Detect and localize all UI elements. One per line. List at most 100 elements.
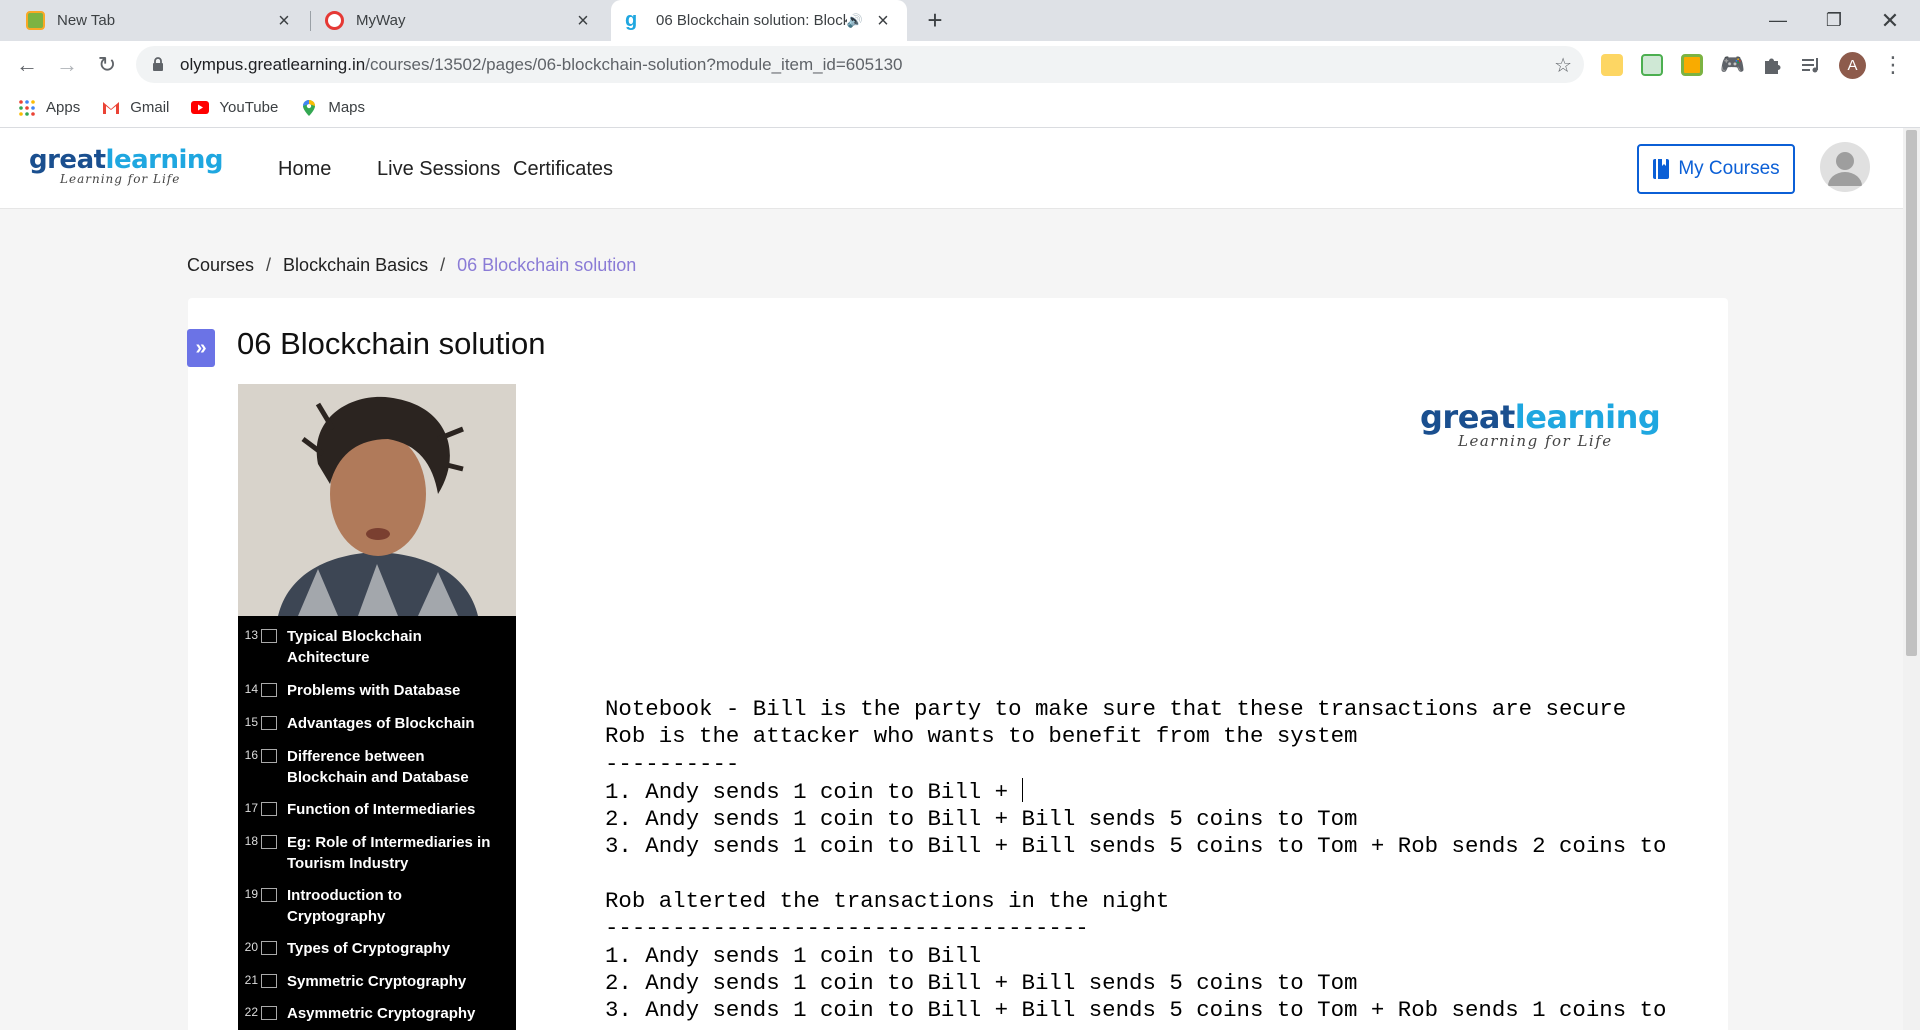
checkbox-icon[interactable] — [261, 974, 277, 988]
bookmarks-bar: Apps Gmail YouTube Maps — [0, 88, 1920, 128]
tab-title: New Tab — [57, 12, 116, 29]
close-tab-icon[interactable]: × — [274, 11, 294, 31]
breadcrumb-blockchain-basics[interactable]: Blockchain Basics — [283, 255, 428, 276]
playlist-item-label: Problems with Database — [287, 682, 461, 699]
bookmark-star-icon[interactable]: ☆ — [1554, 53, 1572, 78]
nav-certificates[interactable]: Certificates — [513, 158, 613, 181]
playlist-item[interactable]: 20 Types of Cryptography — [238, 938, 516, 959]
bookmark-youtube[interactable]: YouTube — [191, 99, 278, 117]
playlist-item[interactable]: 21 Symmetric Cryptography — [238, 971, 516, 992]
bookmark-maps[interactable]: Maps — [300, 99, 365, 117]
gmail-icon — [102, 99, 120, 117]
new-tab-favicon-icon — [26, 11, 45, 30]
myway-favicon-icon — [325, 11, 344, 30]
checkbox-icon[interactable] — [261, 629, 277, 643]
nav-home[interactable]: Home — [278, 158, 331, 181]
checkbox-icon[interactable] — [261, 716, 277, 730]
video-player[interactable]: 13 Typical Blockchain Achitecture 14 Pro… — [237, 384, 1727, 1030]
gamepad-extension-icon[interactable]: 🎮 — [1720, 54, 1745, 76]
notebook-line: 1. Andy sends 1 coin to Bill — [605, 942, 982, 969]
profile-avatar[interactable]: A — [1839, 52, 1866, 79]
site-header: greatlearning Learning for Life Home Liv… — [0, 128, 1903, 209]
breadcrumb-courses[interactable]: Courses — [187, 255, 254, 276]
video-greatlearning-logo: greatlearning Learning for Life — [1420, 398, 1661, 450]
chart-extension-icon[interactable] — [1641, 54, 1663, 76]
checkbox-icon[interactable] — [261, 941, 277, 955]
bookmark-apps[interactable]: Apps — [18, 99, 80, 117]
notebook-line-with-cursor: 1. Andy sends 1 coin to Bill + — [605, 777, 1677, 806]
tab-title: MyWay — [356, 12, 406, 29]
breadcrumb-separator: / — [266, 255, 272, 275]
playlist-item[interactable]: 17 Function of Intermediaries — [238, 799, 516, 820]
notebook-line: 3. Andy sends 1 coin to Bill + Bill send… — [605, 997, 1677, 1024]
video-logo-word-learning: learning — [1514, 398, 1661, 436]
tab-strip: New Tab × MyWay × g 06 Blockchain soluti… — [0, 0, 1920, 41]
book-icon — [1653, 159, 1670, 179]
reload-icon[interactable]: ↻ — [91, 49, 123, 81]
apps-grid-icon — [18, 99, 36, 117]
playlist-item[interactable]: 18 Eg: Role of Intermediaries in Tourism… — [238, 832, 516, 874]
screenshot-extension-icon[interactable] — [1681, 54, 1703, 76]
expand-sidebar-button[interactable]: » — [187, 329, 215, 367]
lock-icon[interactable] — [150, 57, 166, 73]
page-title: 06 Blockchain solution — [237, 326, 546, 361]
bookmark-gmail[interactable]: Gmail — [102, 99, 169, 117]
playlist-item-number: 15 — [244, 715, 258, 729]
close-tab-icon[interactable]: × — [573, 11, 593, 31]
checkbox-icon[interactable] — [261, 888, 277, 902]
playlist-item-label: Difference between Blockchain and Databa… — [287, 748, 469, 786]
my-courses-button[interactable]: My Courses — [1637, 144, 1795, 194]
media-queue-icon[interactable] — [1800, 54, 1822, 76]
notebook-line: Rob is the attacker who wants to benefit… — [605, 723, 1358, 750]
tab-new-tab[interactable]: New Tab × — [12, 0, 308, 41]
checkbox-icon[interactable] — [261, 802, 277, 816]
checkbox-icon[interactable] — [261, 835, 277, 849]
greatlearning-logo[interactable]: greatlearning Learning for Life — [29, 145, 224, 186]
page-viewport: greatlearning Learning for Life Home Liv… — [0, 128, 1920, 1030]
user-avatar[interactable] — [1820, 142, 1870, 192]
restore-icon[interactable]: ❐ — [1806, 0, 1862, 41]
playlist-item-number: 22 — [244, 1005, 258, 1019]
notebook-line: Rob alterted the transactions in the nig… — [605, 888, 1170, 915]
notebook-line — [605, 861, 1677, 888]
notebook-line: 2. Andy sends 1 coin to Bill + Bill send… — [605, 806, 1358, 833]
close-window-icon[interactable]: ✕ — [1862, 0, 1918, 41]
playlist-item[interactable]: 16 Difference between Blockchain and Dat… — [238, 746, 516, 788]
playlist-item-number: 18 — [244, 834, 258, 848]
extensions-puzzle-icon[interactable] — [1761, 54, 1783, 76]
checkbox-icon[interactable] — [261, 1006, 277, 1020]
minimize-icon[interactable]: — — [1750, 0, 1806, 41]
tab-myway[interactable]: MyWay × — [311, 0, 607, 41]
maps-icon — [300, 99, 318, 117]
notebook-text: Notebook - Bill is the party to make sur… — [605, 696, 1677, 1025]
notebook-line: 2. Andy sends 1 coin to Bill + Bill send… — [605, 969, 1358, 996]
playlist-item[interactable]: 14 Problems with Database — [238, 680, 516, 701]
close-tab-icon[interactable]: × — [873, 11, 893, 31]
logo-word-great: great — [29, 145, 106, 175]
new-tab-button[interactable]: + — [920, 6, 950, 36]
playlist-item[interactable]: 22 Asymmetric Cryptography — [238, 1003, 516, 1024]
presenter-webcam — [238, 384, 516, 616]
sticky-notes-extension-icon[interactable] — [1601, 54, 1623, 76]
forward-arrow-icon[interactable]: → — [51, 49, 83, 81]
browser-menu-icon[interactable]: ⋮ — [1882, 51, 1904, 79]
playlist-item-label: Eg: Role of Intermediaries in Tourism In… — [287, 834, 491, 872]
back-arrow-icon[interactable]: ← — [11, 49, 43, 81]
tab-blockchain-solution[interactable]: g 06 Blockchain solution: Block 🔊 × — [611, 0, 907, 41]
playlist-item-label: Advantages of Blockchain — [287, 715, 475, 732]
playlist-item[interactable]: 15 Advantages of Blockchain — [238, 713, 516, 734]
speaker-icon[interactable]: 🔊 — [847, 11, 863, 31]
checkbox-icon[interactable] — [261, 683, 277, 697]
playlist-item[interactable]: 19 Introoduction to Cryptography — [238, 885, 516, 927]
nav-live-sessions[interactable]: Live Sessions — [377, 158, 500, 181]
playlist-item-number: 14 — [244, 682, 258, 696]
bookmark-label: Gmail — [130, 99, 170, 116]
playlist-item[interactable]: 13 Typical Blockchain Achitecture — [238, 626, 516, 668]
notebook-line: 1. Andy sends 1 coin to Bill + — [605, 778, 1022, 805]
scrollbar-thumb[interactable] — [1906, 130, 1917, 656]
url-path: /courses/13502/pages/06-blockchain-solut… — [365, 54, 903, 74]
page-scrollbar[interactable] — [1903, 128, 1920, 1030]
checkbox-icon[interactable] — [261, 749, 277, 763]
address-bar[interactable]: olympus.greatlearning.in/courses/13502/p… — [136, 46, 1584, 83]
bookmark-label: Apps — [46, 99, 81, 116]
